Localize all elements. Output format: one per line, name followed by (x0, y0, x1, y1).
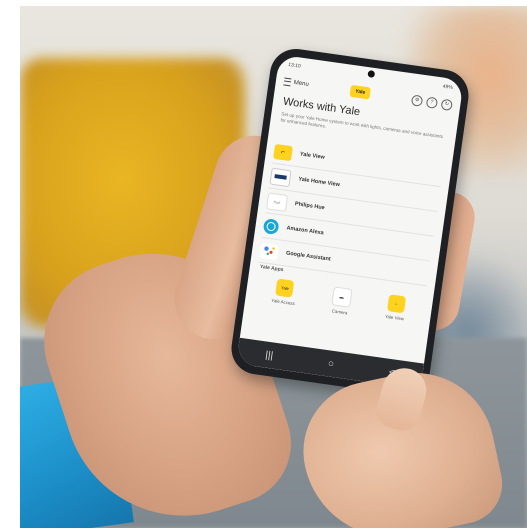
hamburger-icon (283, 77, 292, 87)
list-item-label: Google Assistant (285, 250, 332, 263)
app-label: Yale View (384, 313, 405, 322)
alexa-icon (262, 217, 280, 235)
recents-button[interactable]: ||| (265, 349, 274, 361)
camera-app-icon: ▬ (330, 286, 353, 308)
yale-apps-row: Yale Yale Access ▬ Camera ⌐ Yale View (253, 276, 425, 326)
google-assistant-icon (259, 242, 280, 260)
app-camera[interactable]: ▬ Camera (330, 286, 353, 315)
yale-logo: Yale (349, 84, 371, 100)
sync-icon[interactable]: ↻ (440, 98, 454, 111)
list-item-label: Philips Hue (294, 201, 326, 212)
top-icons: ⚙ ? ↻ (410, 93, 454, 111)
yale-home-view-icon (269, 167, 292, 187)
app-label: Camera (331, 308, 348, 316)
app-yale-access[interactable]: Yale Yale Access (271, 278, 298, 308)
gear-icon[interactable]: ⚙ (410, 93, 424, 107)
status-time: 13:10 (287, 61, 302, 70)
integrations-list: ⌐ Yale View Yale Home View hue Philips H… (258, 138, 445, 287)
menu-button[interactable]: Menu (283, 77, 309, 88)
page-subtitle: Set up your Yale Home system to work wit… (280, 111, 444, 140)
list-item-label: Amazon Alexa (286, 225, 324, 237)
yale-access-icon: Yale (275, 278, 295, 298)
yale-view-app-icon: ⌐ (386, 294, 407, 314)
menu-label: Menu (293, 79, 310, 88)
help-icon[interactable]: ? (425, 96, 439, 109)
photo-scene: 13:10 49% Menu Yale ⚙ ? ↻ Works with Yal… (20, 6, 527, 528)
philips-hue-icon: hue (266, 191, 289, 212)
app-label: Yale Access (271, 297, 296, 307)
yale-view-icon: ⌐ (273, 143, 294, 161)
app-yale-view[interactable]: ⌐ Yale View (384, 294, 407, 323)
phone-screen: 13:10 49% Menu Yale ⚙ ? ↻ Works with Yal… (236, 54, 464, 390)
list-item-label: Yale Home View (298, 176, 341, 189)
list-item-label: Yale View (299, 151, 326, 161)
status-battery: 49% (442, 83, 454, 91)
home-button[interactable]: ○ (327, 358, 335, 370)
